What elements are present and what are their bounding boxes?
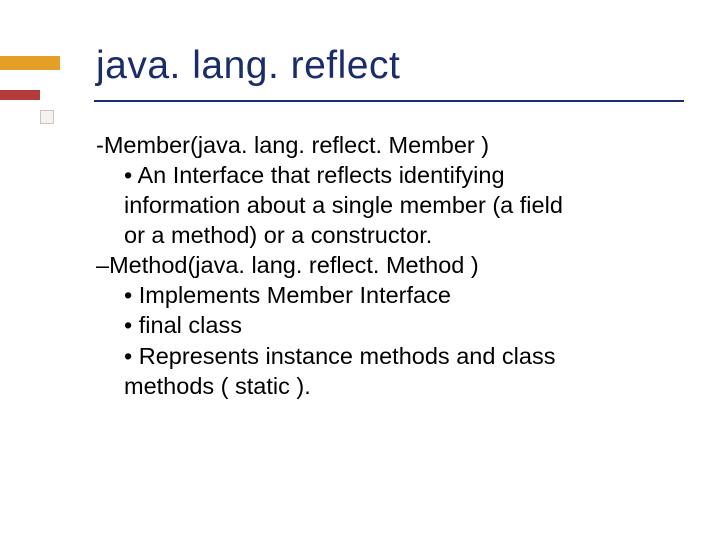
decoration-square — [40, 110, 54, 124]
method-heading: –Method(java. lang. reflect. Method ) — [96, 250, 652, 280]
title-underline — [94, 100, 684, 102]
decoration-bar-top — [0, 56, 60, 70]
member-bullet-1-cont: information about a single member (a fie… — [124, 190, 652, 220]
member-heading: -Member(java. lang. reflect. Member ) — [96, 130, 652, 160]
slide-body: -Member(java. lang. reflect. Member ) An… — [96, 130, 652, 401]
decoration-bar-bottom — [0, 90, 40, 100]
member-bullet-1-cont2: or a method) or a constructor. — [124, 220, 652, 250]
member-bullet-1: An Interface that reflects identifying — [124, 160, 652, 190]
slide-title: java. lang. reflect — [96, 44, 400, 88]
method-bullet-3-cont: methods ( static ). — [124, 371, 652, 401]
slide: java. lang. reflect -Member(java. lang. … — [0, 0, 720, 540]
method-bullet-1: Implements Member Interface — [124, 280, 652, 310]
method-bullet-3: Represents instance methods and class — [124, 341, 652, 371]
method-bullet-2: final class — [124, 310, 652, 340]
